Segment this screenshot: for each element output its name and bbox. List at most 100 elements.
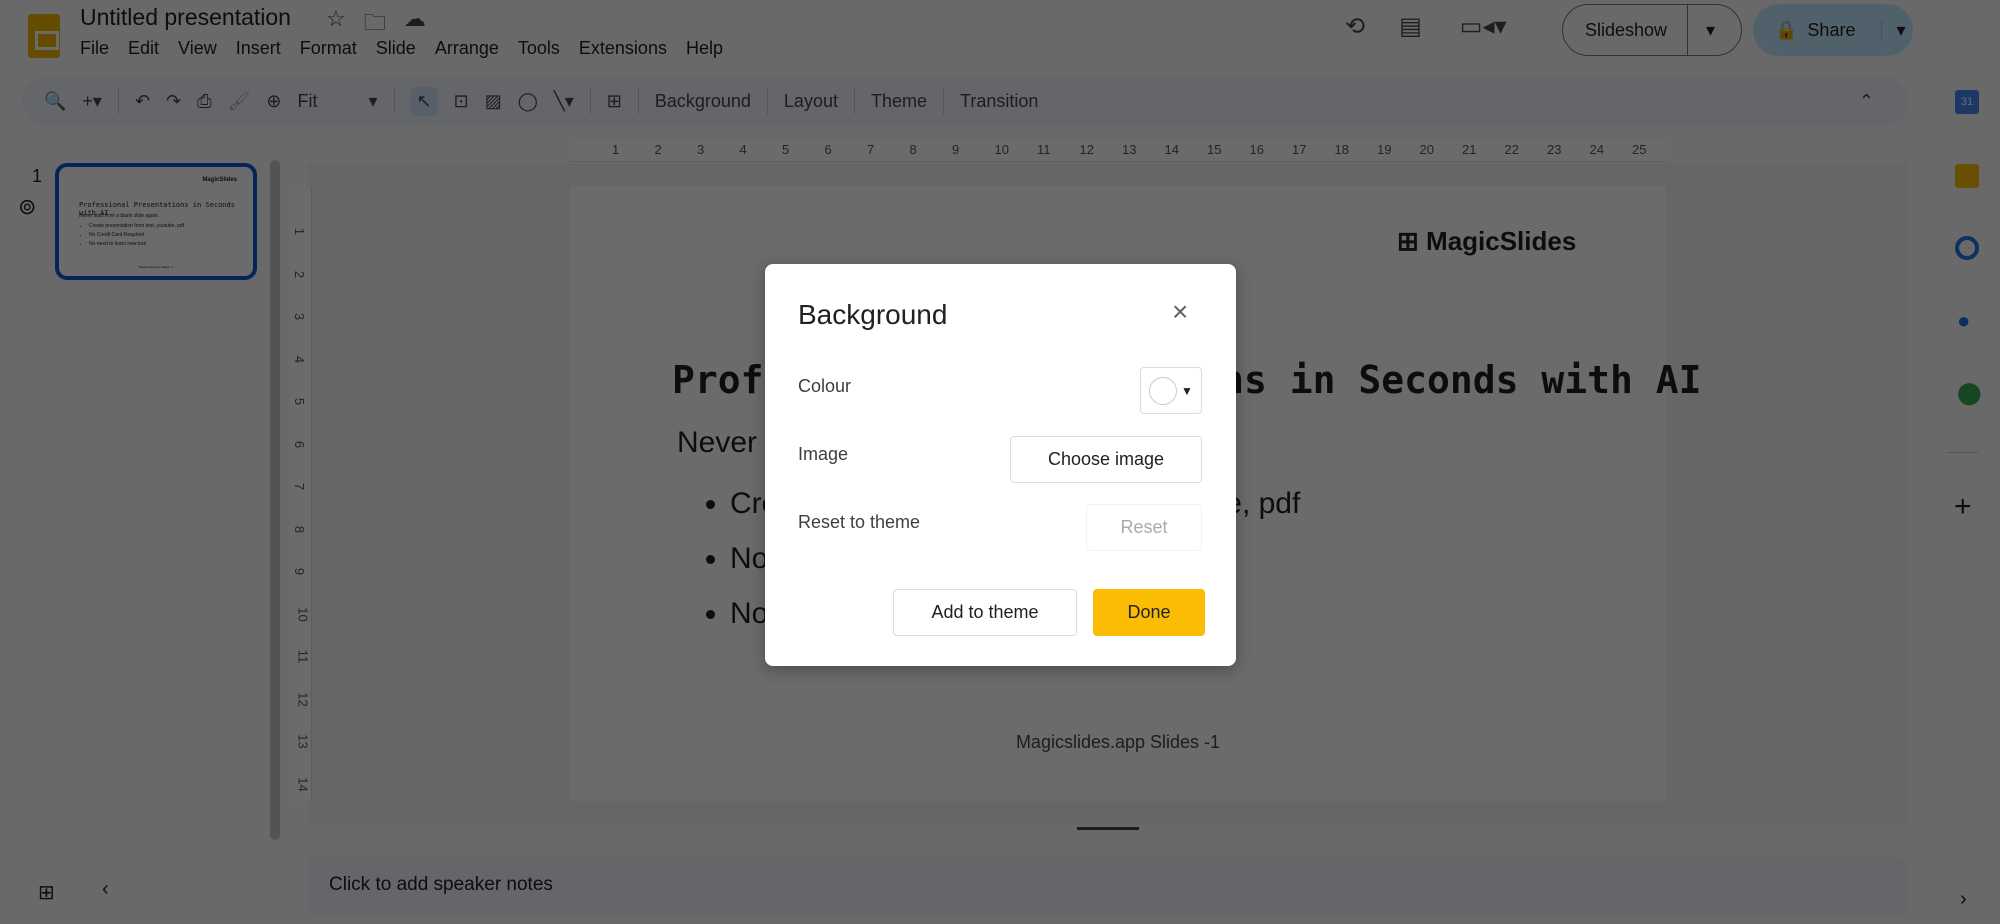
reset-button[interactable]: Reset <box>1086 504 1202 551</box>
menu-slide[interactable]: Slide <box>376 38 416 59</box>
version-history-icon[interactable]: ⟲ <box>1345 12 1365 41</box>
share-button[interactable]: 🔒 Share ▾ <box>1753 4 1913 56</box>
add-comment-icon[interactable]: ⊞ <box>607 91 622 112</box>
slideshow-label[interactable]: Slideshow <box>1563 5 1689 55</box>
ruler-tick: 4 <box>739 142 747 157</box>
paint-format-icon[interactable]: 🖌 <box>228 91 251 112</box>
thumb-logo: MagicSlides <box>202 177 237 183</box>
expand-panel-icon[interactable]: › <box>1960 888 1967 911</box>
maps-icon[interactable]: ⬤ <box>1957 380 1982 406</box>
contacts-icon[interactable]: ● <box>1957 308 1970 334</box>
ruler-vertical: 1 2 3 4 5 6 7 8 9 10 11 12 13 14 <box>290 186 312 801</box>
slide-thumbnail[interactable]: MagicSlides Professional Presentations i… <box>55 163 257 280</box>
slides-logo[interactable] <box>28 14 60 58</box>
zoom-select[interactable]: Fit ▾ <box>298 91 378 112</box>
select-icon[interactable]: ↖ <box>410 86 438 116</box>
ruler-tick: 15 <box>1207 142 1222 157</box>
comments-icon[interactable]: ▤ <box>1399 12 1422 41</box>
toolbar: 🔍 +▾ ↶ ↷ ⎙ 🖌 ⊕ Fit ▾ ↖ ⊡ ▨ ◯ ╲▾ ⊞ Background … <box>22 76 1908 126</box>
slide-footer: Magicslides.app Slides -1 <box>1015 732 1221 752</box>
ruler-tick: 6 <box>292 440 308 448</box>
theme-button[interactable]: Theme <box>871 91 927 112</box>
undo-icon[interactable]: ↶ <box>135 91 150 112</box>
ruler-tick: 20 <box>1419 142 1434 157</box>
lock-icon: 🔒 <box>1775 19 1798 40</box>
choose-image-button[interactable]: Choose image <box>1010 436 1202 483</box>
side-panel: 31 ● ⬤ + › <box>1938 80 2000 924</box>
ruler-tick: 8 <box>292 525 308 533</box>
collapse-toolbar-icon[interactable]: ⌃ <box>1859 91 1874 112</box>
image-label: Image <box>798 444 849 464</box>
ruler-tick: 4 <box>292 355 308 363</box>
menu-edit[interactable]: Edit <box>128 38 159 59</box>
add-to-theme-button[interactable]: Add to theme <box>893 589 1077 636</box>
meet-icon[interactable]: ▭◂▾ <box>1460 12 1507 41</box>
background-button[interactable]: Background <box>655 91 751 112</box>
ruler-tick: 16 <box>1249 142 1264 157</box>
keep-icon[interactable] <box>1955 164 1979 188</box>
thumb-bullet: No Credit Card Required <box>89 231 184 240</box>
reset-to-theme-label: Reset to theme <box>798 512 921 532</box>
chevron-down-icon[interactable]: ▾ <box>1688 20 1715 41</box>
menu-insert[interactable]: Insert <box>236 38 281 59</box>
logo-text: MagicSlides <box>1426 226 1577 256</box>
thumb-bullets: Create presentation from text, youtube, … <box>89 222 184 249</box>
ruler-tick: 10 <box>994 142 1009 157</box>
print-icon[interactable]: ⎙ <box>197 91 211 112</box>
transition-button[interactable]: Transition <box>960 91 1038 112</box>
ruler-tick: 19 <box>1377 142 1392 157</box>
filmstrip-scrollbar[interactable] <box>270 160 280 840</box>
ruler-horizontal: 1 2 3 4 5 6 7 8 9 10 11 12 13 14 15 16 17 18 19 20 21 22 23 24 2… <box>570 140 1666 162</box>
search-icon[interactable]: 🔍 <box>44 91 66 112</box>
calendar-icon[interactable]: 31 <box>1955 90 1979 114</box>
ruler-tick: 7 <box>867 142 875 157</box>
dialog-title: Background <box>798 299 948 330</box>
ruler-tick: 25 <box>1632 142 1647 157</box>
ruler-tick: 2 <box>654 142 662 157</box>
shape-icon[interactable]: ◯ <box>518 91 538 112</box>
slideshow-button[interactable]: Slideshow ▾ <box>1562 4 1742 56</box>
ruler-tick: 14 <box>295 776 311 792</box>
ruler-tick: 1 <box>292 227 308 236</box>
ruler-tick: 9 <box>952 142 960 157</box>
menu-bar: File Edit View Insert Format Slide Arrange Tool… <box>80 38 723 59</box>
collapse-filmstrip-icon[interactable]: ‹ <box>102 878 109 901</box>
redo-icon[interactable]: ↷ <box>166 91 181 112</box>
menu-extensions[interactable]: Extensions <box>579 38 667 59</box>
thumb-subtitle: Never start from a blank slide again. <box>79 213 160 219</box>
new-slide-icon[interactable]: +▾ <box>82 91 102 112</box>
ruler-tick: 12 <box>295 691 311 707</box>
tasks-icon[interactable] <box>1955 236 1979 260</box>
line-icon[interactable]: ╲▾ <box>554 91 574 112</box>
menu-format[interactable]: Format <box>300 38 357 59</box>
text-box-icon[interactable]: ⊡ <box>454 91 469 112</box>
zoom-value: Fit <box>297 90 318 111</box>
ruler-tick: 13 <box>1122 142 1137 157</box>
ruler-tick: 10 <box>295 606 311 622</box>
ruler-tick: 24 <box>1589 142 1604 157</box>
ruler-tick: 2 <box>292 270 308 278</box>
colour-picker[interactable]: ▼ <box>1140 367 1202 414</box>
zoom-icon[interactable]: ⊕ <box>266 91 281 112</box>
ruler-tick: 18 <box>1334 142 1349 157</box>
grid-view-icon[interactable]: ⊞ <box>38 880 55 905</box>
add-addon-icon[interactable]: + <box>1954 490 1972 524</box>
ruler-tick: 22 <box>1504 142 1519 157</box>
menu-tools[interactable]: Tools <box>518 38 560 59</box>
slide-number: 1 <box>32 166 43 186</box>
speaker-notes[interactable]: Click to add speaker notes <box>307 857 1907 915</box>
notes-resize-handle[interactable] <box>1077 827 1139 830</box>
document-title[interactable]: Untitled presentation <box>80 4 291 31</box>
layout-button[interactable]: Layout <box>784 91 838 112</box>
menu-help[interactable]: Help <box>686 38 723 59</box>
done-button[interactable]: Done <box>1093 589 1205 636</box>
image-icon[interactable]: ▨ <box>485 91 502 112</box>
share-label: Share <box>1797 19 1883 41</box>
menu-arrange[interactable]: Arrange <box>435 38 499 59</box>
ruler-tick: 5 <box>292 397 308 406</box>
close-icon[interactable]: × <box>1172 296 1188 328</box>
menu-view[interactable]: View <box>178 38 217 59</box>
menu-file[interactable]: File <box>80 38 109 59</box>
chevron-down-icon[interactable]: ▾ <box>1882 20 1905 41</box>
ruler-tick: 11 <box>1037 142 1051 157</box>
